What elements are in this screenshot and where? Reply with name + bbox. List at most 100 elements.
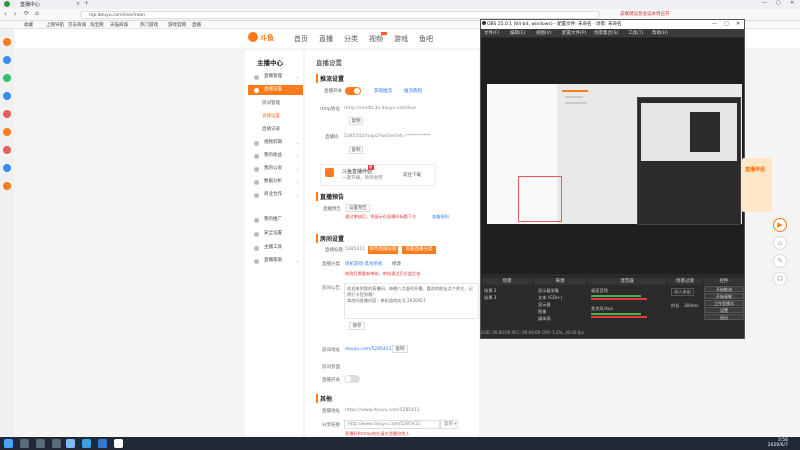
notice-textarea[interactable]: 欢迎来到我的直播间，每晚八点准时开播，喜欢的朋友点个关注，记得打卡签到哦！ 本房…: [344, 283, 479, 319]
nav-game[interactable]: 游戏: [394, 34, 408, 44]
sidebar-item-income[interactable]: 我的收益 ⌄: [248, 151, 303, 161]
bookmark-item[interactable]: 直播: [192, 22, 201, 28]
sidebar-item-guild[interactable]: 我的公会 ⌄: [248, 164, 303, 174]
live-float-icon[interactable]: ▶: [773, 218, 787, 232]
change-category-button[interactable]: 修改: [392, 261, 401, 267]
share-select[interactable]: 复制 ▾: [440, 420, 458, 429]
obs-menu-edit[interactable]: 编辑(E): [510, 30, 525, 36]
room-url-link[interactable]: douyu.com/5285411: [345, 347, 392, 352]
obs-settings-button[interactable]: 设置: [704, 307, 744, 313]
save-notice-button[interactable]: 保存: [349, 322, 365, 330]
source-item[interactable]: 显示器采集: [538, 288, 559, 294]
copy-rtmp-button[interactable]: 复制: [349, 117, 363, 125]
sidebar-item-live-settings[interactable]: 直播设置 ⌃: [248, 85, 303, 95]
dock-app-icon[interactable]: [3, 110, 11, 118]
sidebar-sub-room[interactable]: 房间管理: [262, 100, 280, 106]
sidebar-item-help[interactable]: 直播帮助 ⌄: [248, 256, 303, 266]
home-float-icon[interactable]: ⌂: [773, 236, 787, 250]
forward-icon[interactable]: ›: [14, 10, 17, 18]
taskbar-app-icon[interactable]: [36, 439, 45, 448]
studio-mode-button[interactable]: 工作室模式: [704, 300, 744, 306]
obs-menu-view[interactable]: 视图(V): [536, 30, 552, 36]
bookmark-item[interactable]: 京东商城: [68, 22, 86, 28]
taskbar-obs-icon[interactable]: [114, 439, 123, 448]
new-tab-icon[interactable]: +: [84, 0, 89, 7]
tab-close-icon[interactable]: ×: [76, 1, 80, 7]
close-icon[interactable]: ✕: [790, 0, 794, 6]
get-stream-button[interactable]: 获取推流: [374, 88, 392, 94]
obs-menu-profile[interactable]: 配置文件(P): [562, 30, 586, 36]
nav-fishbar[interactable]: 鱼吧: [419, 34, 433, 44]
volume-slider[interactable]: [591, 316, 647, 318]
obs-minimize-icon[interactable]: —: [712, 21, 717, 27]
sidebar-item-live-manage[interactable]: 直播管理 ⌄: [248, 72, 303, 82]
obs-exit-button[interactable]: 退出: [704, 314, 744, 320]
minimize-icon[interactable]: —: [762, 0, 767, 6]
source-selection-box[interactable]: [518, 176, 562, 222]
bookmark-item[interactable]: 热门游戏: [140, 22, 158, 28]
taskbar-app-icon[interactable]: [52, 439, 61, 448]
back-icon[interactable]: ‹: [4, 10, 7, 18]
sidebar-sub-records[interactable]: 直播记录: [262, 126, 280, 132]
dock-app-icon[interactable]: [3, 182, 11, 190]
live-switch-toggle[interactable]: [345, 87, 361, 95]
home-icon[interactable]: ⌂: [35, 10, 39, 17]
scene-item[interactable]: 场景 3: [484, 295, 496, 301]
maximize-icon[interactable]: ▢: [776, 0, 781, 6]
nav-category[interactable]: 分类: [344, 34, 358, 44]
headset-float-icon[interactable]: ☊: [773, 272, 787, 286]
modify-title-button[interactable]: 修改直播标题: [368, 246, 398, 254]
source-item[interactable]: 显示器: [538, 302, 551, 308]
tool-download-link[interactable]: 前往下载: [403, 172, 421, 178]
bookmark-item[interactable]: 收藏: [24, 22, 33, 28]
sidebar-item-tools[interactable]: 主播工具: [248, 243, 303, 253]
obs-menu-file[interactable]: 文件(F): [484, 30, 499, 36]
taskbar-app-icon[interactable]: [20, 439, 29, 448]
refresh-icon[interactable]: ⟳: [24, 10, 29, 17]
transition-select[interactable]: 淡入淡出: [671, 288, 694, 296]
scene-item[interactable]: 场景 2: [484, 288, 496, 294]
dock-app-icon[interactable]: [3, 38, 11, 46]
nav-video[interactable]: 视频: [369, 34, 383, 44]
taskbar-browser-icon[interactable]: [66, 439, 75, 448]
browser-tab-title[interactable]: 直播中心: [20, 1, 40, 8]
taskbar-app-icon[interactable]: [98, 439, 107, 448]
preview-rules-link[interactable]: 查看规则: [432, 214, 449, 220]
sidebar-item-data[interactable]: 数据分析 ⌄: [248, 177, 303, 187]
share-link-input[interactable]: http://www.douyu.com/5285411: [344, 420, 440, 429]
obs-maximize-icon[interactable]: ▢: [724, 21, 729, 27]
nav-home[interactable]: 首页: [294, 34, 308, 44]
obs-menu-scenes[interactable]: 场景集合(S): [594, 30, 618, 36]
taskbar-app-icon[interactable]: [82, 439, 91, 448]
url-input[interactable]: mp.douyu.com/live/main: [80, 11, 600, 19]
dock-app-icon[interactable]: [3, 164, 11, 172]
bookmark-item[interactable]: 游戏官网: [168, 22, 186, 28]
obs-close-icon[interactable]: ✕: [736, 21, 740, 27]
dock-app-icon[interactable]: [3, 56, 11, 64]
dock-app-icon[interactable]: [3, 92, 11, 100]
dock-app-icon[interactable]: [3, 74, 11, 82]
category-value[interactable]: 单机游戏-其他单机: [345, 261, 383, 267]
bookmark-item[interactable]: 淘宝网: [90, 22, 104, 28]
news-ticker[interactable]: 美联储议息会议本周召开: [620, 11, 700, 19]
promo-ad[interactable]: 直播伴侣: [742, 158, 772, 212]
duration-input[interactable]: 300ms: [684, 303, 698, 308]
copy-code-button[interactable]: 复制: [349, 146, 363, 154]
start-icon[interactable]: [4, 439, 13, 448]
bookmark-item[interactable]: 上网导航: [46, 22, 64, 28]
sidebar-item-video[interactable]: 视频剪辑 ⌄: [248, 138, 303, 148]
site-logo[interactable]: 斗鱼: [248, 31, 278, 44]
start-streaming-button[interactable]: 开始推流: [704, 286, 744, 292]
copy-room-url-button[interactable]: 复制: [392, 345, 408, 353]
auth-toggle[interactable]: [344, 375, 360, 383]
source-item[interactable]: 图像: [538, 309, 546, 315]
source-item[interactable]: 文本 (GDI+): [538, 295, 562, 301]
set-preview-button[interactable]: 设置预告: [346, 204, 370, 212]
obs-menu-tools[interactable]: 工具(T): [628, 30, 643, 36]
set-category-button[interactable]: 设置直播分类: [402, 246, 436, 254]
feedback-float-icon[interactable]: ✎: [773, 254, 787, 268]
sidebar-item-promote[interactable]: 我的推广: [248, 215, 303, 225]
bookmark-item[interactable]: 天猫商城: [110, 22, 128, 28]
start-recording-button[interactable]: 开始录制: [704, 293, 744, 299]
dock-app-icon[interactable]: [3, 146, 11, 154]
